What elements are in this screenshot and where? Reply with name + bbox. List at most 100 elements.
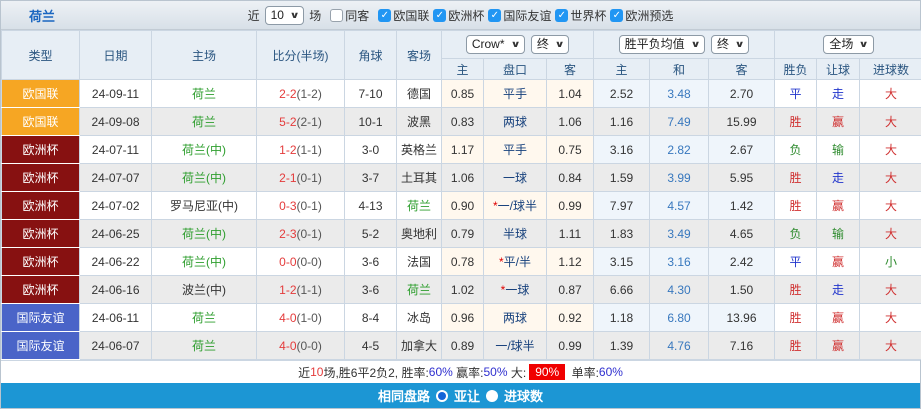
competition-checkbox[interactable]: ✓	[378, 9, 391, 22]
corner-count: 3-6	[345, 276, 397, 304]
recent-label: 近	[248, 7, 260, 24]
handicap-line: 一/球半	[484, 332, 547, 360]
euro-away-odds: 15.99	[709, 108, 775, 136]
euro-home-odds: 2.52	[594, 80, 650, 108]
euro-draw-odds: 4.76	[650, 332, 709, 360]
competition-checkbox[interactable]: ✓	[610, 9, 623, 22]
sub-header-handicap: 盘口	[484, 59, 547, 80]
col-header-score: 比分(半场)	[257, 31, 345, 80]
result-cell: 负	[775, 220, 817, 248]
bookmaker-select[interactable]: Crow*∨	[466, 35, 525, 54]
asian-time-select[interactable]: 终∨	[531, 35, 569, 54]
euro-draw-odds: 3.49	[650, 220, 709, 248]
europe-odds-group-header: 胜平负均值∨ 终∨	[594, 31, 775, 59]
away-team: 波黑	[397, 108, 442, 136]
match-date: 24-06-11	[80, 304, 152, 332]
competition-label[interactable]: 欧国联	[393, 7, 429, 24]
same-away-checkbox[interactable]	[330, 9, 343, 22]
table-row: 欧洲杯24-06-22荷兰(中)0-0(0-0)3-6法国0.78*平/半1.1…	[2, 248, 921, 276]
euro-away-odds: 2.42	[709, 248, 775, 276]
goals-result-cell: 大	[860, 276, 921, 304]
type-badge: 欧国联	[2, 108, 80, 136]
goals-result-cell: 大	[860, 80, 921, 108]
goals-result-cell: 大	[860, 108, 921, 136]
corner-count: 7-10	[345, 80, 397, 108]
euro-draw-odds: 6.80	[650, 304, 709, 332]
result-group-header: 全场∨	[775, 31, 921, 59]
result-cell: 平	[775, 248, 817, 276]
euro-away-odds: 2.70	[709, 80, 775, 108]
europe-time-select[interactable]: 终∨	[711, 35, 749, 54]
handicap-line: 一球	[484, 164, 547, 192]
competition-checkbox[interactable]: ✓	[433, 9, 446, 22]
score-cell: 5-2(2-1)	[257, 108, 345, 136]
ah-away-odds: 0.99	[547, 192, 594, 220]
matches-label: 场	[309, 7, 321, 24]
euro-away-odds: 1.50	[709, 276, 775, 304]
ah-home-odds: 0.83	[442, 108, 484, 136]
away-team: 英格兰	[397, 136, 442, 164]
euro-home-odds: 7.97	[594, 192, 650, 220]
euro-home-odds: 1.83	[594, 220, 650, 248]
summary-text: 单率:	[568, 364, 599, 381]
corner-count: 4-5	[345, 332, 397, 360]
euro-draw-odds: 4.57	[650, 192, 709, 220]
col-header-type: 类型	[2, 31, 80, 80]
summary-text: 60%	[429, 365, 453, 379]
europe-odds-type-select[interactable]: 胜平负均值∨	[619, 35, 705, 54]
competition-checkbox[interactable]: ✓	[488, 9, 501, 22]
away-team: 荷兰	[397, 276, 442, 304]
score-cell: 2-2(1-2)	[257, 80, 345, 108]
col-header-corner: 角球	[345, 31, 397, 80]
euro-home-odds: 3.16	[594, 136, 650, 164]
result-cell: 胜	[775, 192, 817, 220]
euro-away-odds: 13.96	[709, 304, 775, 332]
type-badge: 国际友谊	[2, 332, 80, 360]
competition-checkbox[interactable]: ✓	[555, 9, 568, 22]
type-badge: 欧洲杯	[2, 164, 80, 192]
table-row: 欧洲杯24-07-02罗马尼亚(中)0-3(0-1)4-13荷兰0.90*一/球…	[2, 192, 921, 220]
table-row: 国际友谊24-06-11荷兰4-0(1-0)8-4冰岛0.96两球0.921.1…	[2, 304, 921, 332]
ah-away-odds: 0.92	[547, 304, 594, 332]
scope-select[interactable]: 全场∨	[823, 35, 873, 54]
summary-text: 60%	[599, 365, 623, 379]
ah-home-odds: 0.85	[442, 80, 484, 108]
table-row: 欧洲杯24-06-16波兰(中)1-2(1-1)3-6荷兰1.02*一球0.87…	[2, 276, 921, 304]
ah-away-odds: 0.84	[547, 164, 594, 192]
competition-label[interactable]: 国际友谊	[503, 7, 551, 24]
euro-away-odds: 4.65	[709, 220, 775, 248]
match-date: 24-07-02	[80, 192, 152, 220]
asian-odds-group-header: Crow*∨ 终∨	[442, 31, 594, 59]
summary-text: 场,胜6平2负2, 胜率:	[323, 364, 428, 381]
asian-handicap-radio[interactable]	[436, 390, 448, 402]
table-row: 欧洲杯24-07-11荷兰(中)1-2(1-1)3-0英格兰1.17平手0.75…	[2, 136, 921, 164]
ah-home-odds: 0.78	[442, 248, 484, 276]
goals-radio[interactable]	[486, 390, 498, 402]
result-cell: 胜	[775, 164, 817, 192]
corner-count: 4-13	[345, 192, 397, 220]
score-cell: 1-2(1-1)	[257, 136, 345, 164]
handicap-line: 两球	[484, 108, 547, 136]
same-away-label[interactable]: 同客	[345, 7, 369, 24]
handicap-result-cell: 走	[817, 164, 860, 192]
bottom-tab-bar: 相同盘路 亚让 进球数	[1, 383, 920, 408]
summary-text: 50%	[484, 365, 508, 379]
ah-away-odds: 0.75	[547, 136, 594, 164]
competition-label[interactable]: 世界杯	[570, 7, 606, 24]
recent-count-select[interactable]: 10∨	[265, 6, 305, 25]
match-date: 24-07-07	[80, 164, 152, 192]
recent-form-summary: 近10场,胜6平2负2, 胜率:60% 赢率:50% 大:90% 单率:60%	[1, 360, 920, 383]
goals-option-label[interactable]: 进球数	[504, 386, 543, 405]
ah-away-odds: 0.99	[547, 332, 594, 360]
home-team: 荷兰	[152, 80, 257, 108]
ah-home-odds: 0.89	[442, 332, 484, 360]
competition-label[interactable]: 欧洲预选	[625, 7, 673, 24]
asian-handicap-option-label[interactable]: 亚让	[454, 386, 480, 405]
table-row: 欧洲杯24-07-07荷兰(中)2-1(0-1)3-7土耳其1.06一球0.84…	[2, 164, 921, 192]
same-trend-label: 相同盘路	[378, 386, 430, 405]
competition-label[interactable]: 欧洲杯	[448, 7, 484, 24]
corner-count: 5-2	[345, 220, 397, 248]
euro-home-odds: 1.59	[594, 164, 650, 192]
handicap-line: 半球	[484, 220, 547, 248]
ah-home-odds: 1.17	[442, 136, 484, 164]
